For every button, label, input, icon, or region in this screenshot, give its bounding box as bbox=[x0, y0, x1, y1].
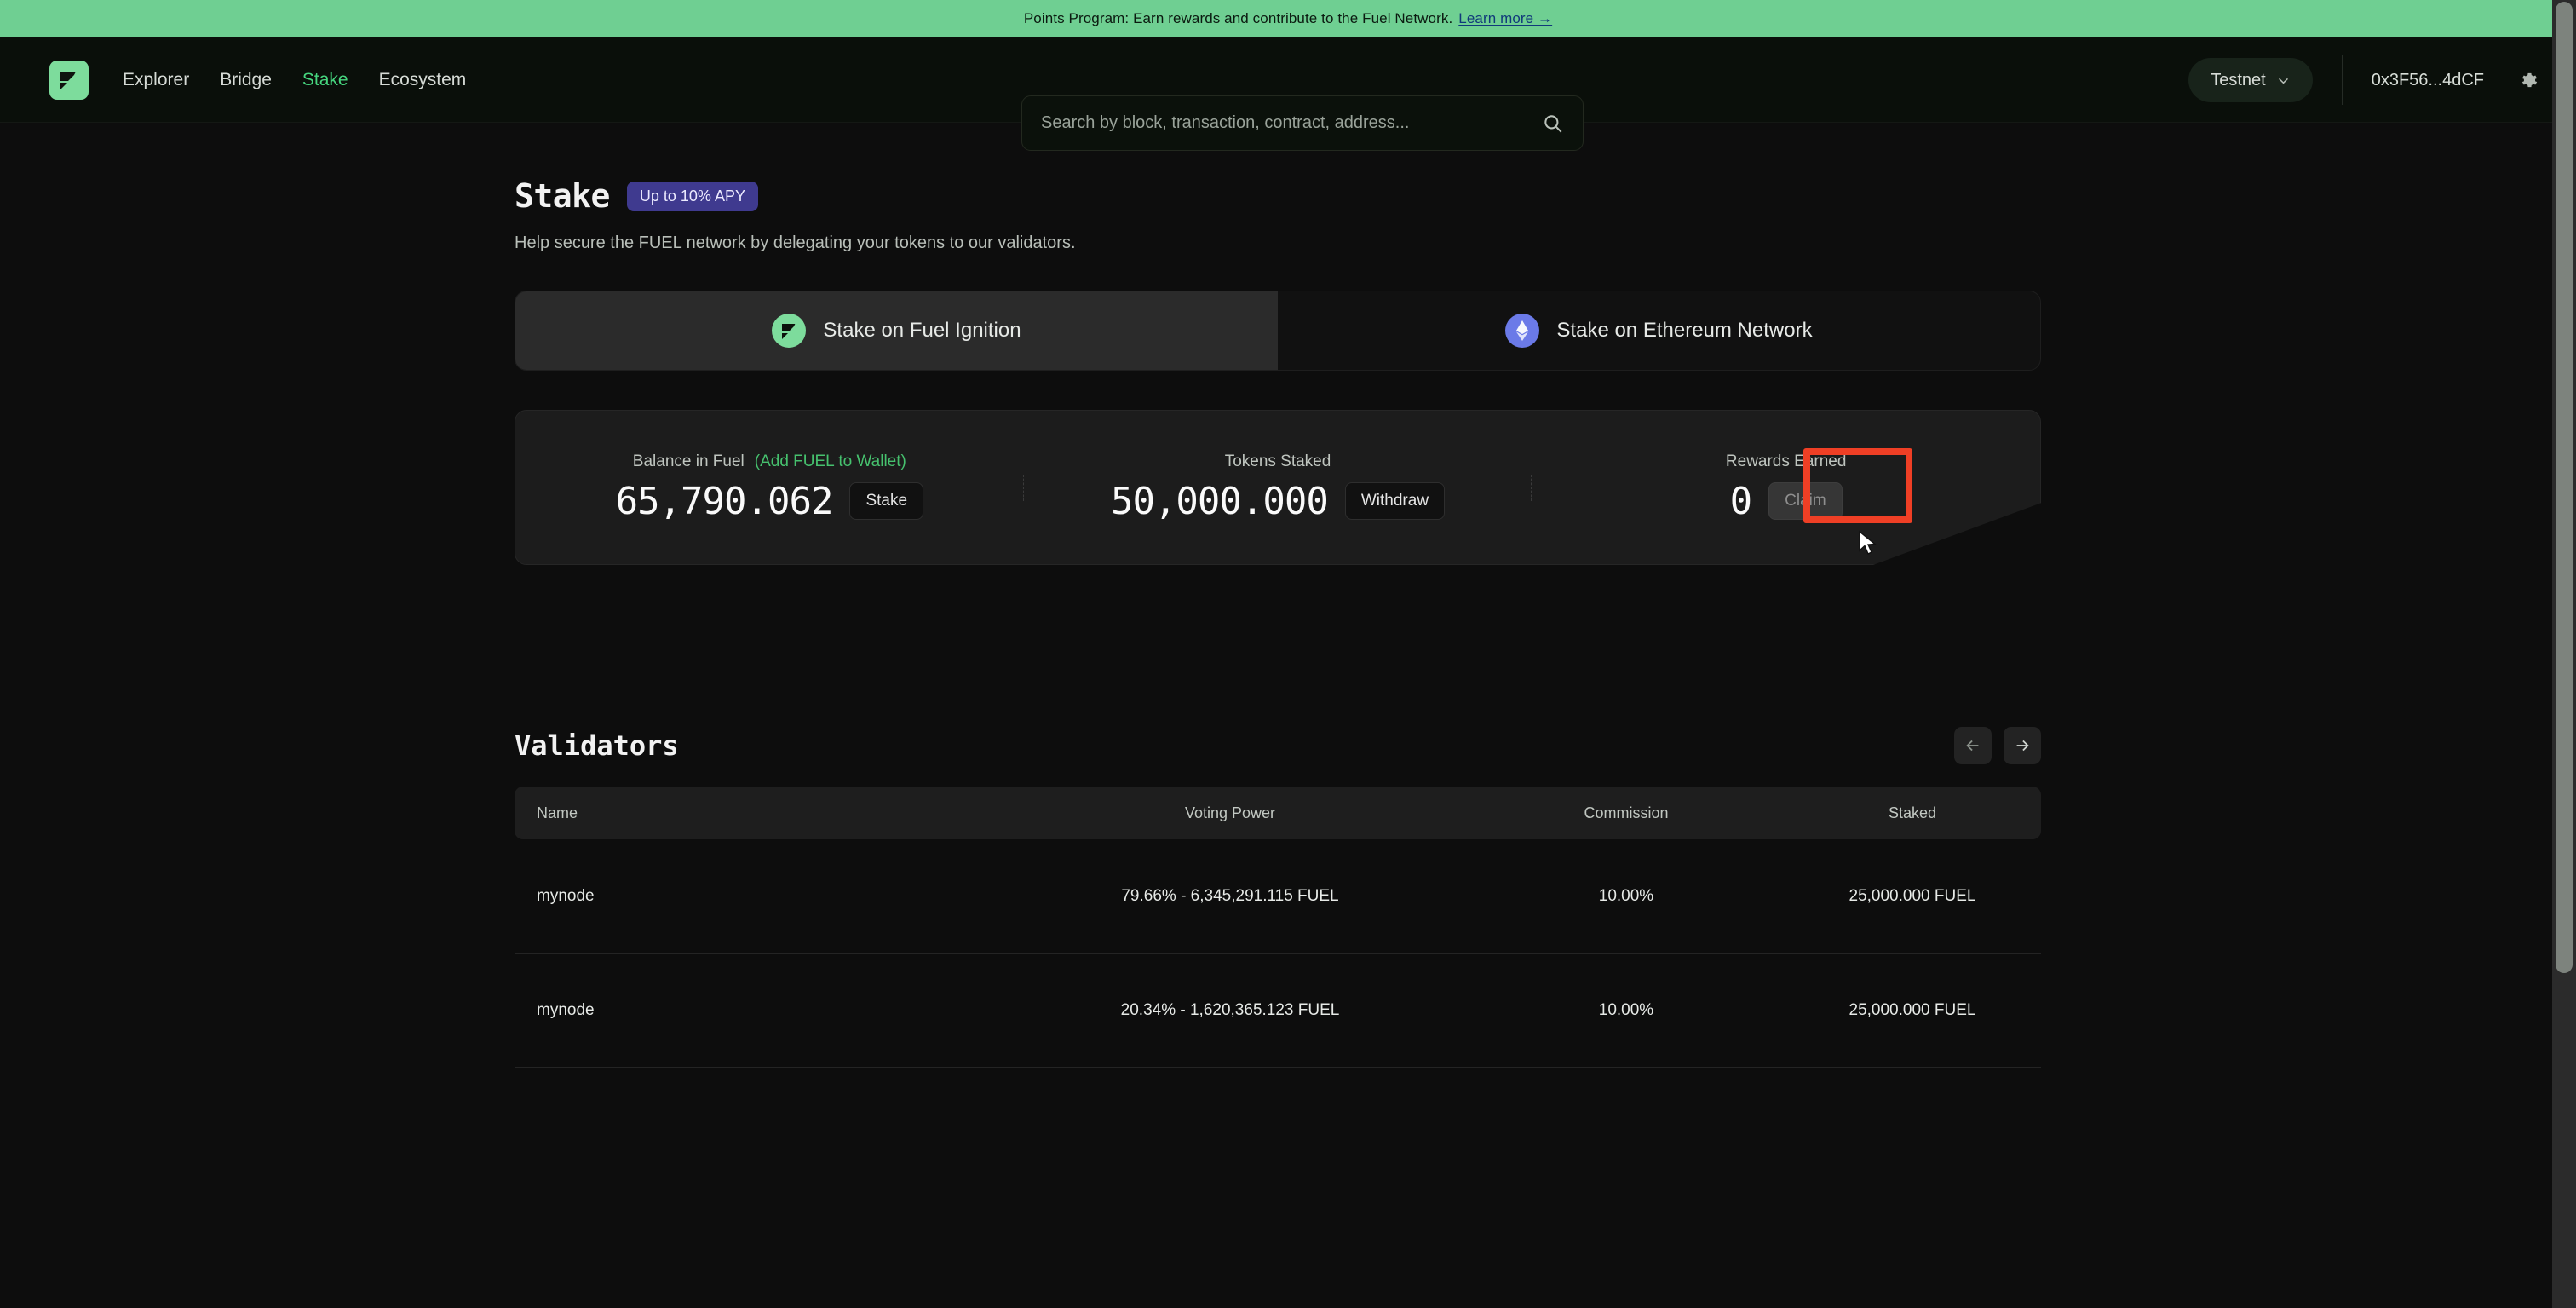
validators-table: Name Voting Power Commission Staked myno… bbox=[515, 787, 2041, 1068]
gear-icon[interactable] bbox=[2516, 69, 2539, 91]
rewards-earned-value: 0 bbox=[1730, 480, 1752, 523]
fuel-logo-glyph bbox=[49, 61, 89, 100]
validator-name: mynode bbox=[515, 1001, 992, 1020]
chevron-down-icon bbox=[2276, 73, 2291, 88]
banner-text: Points Program: Earn rewards and contrib… bbox=[1024, 10, 1452, 27]
main-content: Stake Up to 10% APY Help secure the FUEL… bbox=[0, 177, 2576, 1068]
validator-voting-power: 79.66% - 6,345,291.115 FUEL bbox=[992, 887, 1469, 906]
column-header-commission: Commission bbox=[1469, 804, 1784, 822]
network-selector[interactable]: Testnet bbox=[2188, 58, 2312, 102]
page-title-row: Stake Up to 10% APY bbox=[515, 177, 2576, 215]
stat-label-row-balance: Balance in Fuel (Add FUEL to Wallet) bbox=[633, 452, 906, 471]
table-row[interactable]: mynode 20.34% - 1,620,365.123 FUEL 10.00… bbox=[515, 954, 2041, 1068]
header-right-cluster: Testnet 0x3F56...4dCF bbox=[2188, 37, 2539, 123]
pagination-next-button[interactable] bbox=[2004, 727, 2041, 764]
banner-learn-more-link[interactable]: Learn more → bbox=[1458, 10, 1552, 27]
nav-item-ecosystem[interactable]: Ecosystem bbox=[379, 70, 467, 90]
stat-balance-in-fuel: Balance in Fuel (Add FUEL to Wallet) 65,… bbox=[515, 452, 1024, 523]
mouse-cursor-icon bbox=[1857, 530, 1879, 557]
column-header-voting-power: Voting Power bbox=[992, 804, 1469, 822]
stat-label-rewards-earned: Rewards Earned bbox=[1726, 452, 1847, 471]
stat-value-row-balance: 65,790.062 Stake bbox=[616, 480, 924, 523]
scrollbar-thumb[interactable] bbox=[2556, 2, 2573, 973]
validator-voting-power: 20.34% - 1,620,365.123 FUEL bbox=[992, 1001, 1469, 1020]
validators-pagination bbox=[1954, 727, 2041, 764]
stat-tokens-staked: Tokens Staked 50,000.000 Withdraw bbox=[1024, 452, 1532, 523]
search-icon[interactable] bbox=[1542, 112, 1564, 135]
table-row[interactable]: mynode 79.66% - 6,345,291.115 FUEL 10.00… bbox=[515, 839, 2041, 954]
stat-label-row-staked: Tokens Staked bbox=[1225, 452, 1331, 471]
add-fuel-to-wallet-link[interactable]: (Add FUEL to Wallet) bbox=[755, 452, 906, 471]
stake-network-tabs: Stake on Fuel Ignition Stake on Ethereum… bbox=[515, 291, 2041, 371]
stat-label-tokens-staked: Tokens Staked bbox=[1225, 452, 1331, 471]
pagination-prev-button[interactable] bbox=[1954, 727, 1992, 764]
validator-commission: 10.00% bbox=[1469, 887, 1784, 906]
stake-stats-card: Balance in Fuel (Add FUEL to Wallet) 65,… bbox=[515, 410, 2041, 565]
network-label: Testnet bbox=[2211, 71, 2265, 90]
ethereum-icon bbox=[1505, 314, 1539, 348]
apy-badge: Up to 10% APY bbox=[627, 182, 758, 211]
claim-button[interactable]: Claim bbox=[1768, 482, 1843, 520]
validator-name: mynode bbox=[515, 887, 992, 906]
stat-label-balance: Balance in Fuel bbox=[633, 452, 745, 471]
nav-item-explorer[interactable]: Explorer bbox=[123, 70, 189, 90]
search-bar[interactable] bbox=[1021, 95, 1584, 151]
fuel-icon-glyph bbox=[772, 314, 806, 348]
page-title: Stake bbox=[515, 177, 610, 215]
page-root: Points Program: Earn rewards and contrib… bbox=[0, 0, 2576, 1308]
page-subtitle: Help secure the FUEL network by delegati… bbox=[515, 233, 2576, 253]
tab-stake-on-fuel-ignition[interactable]: Stake on Fuel Ignition bbox=[515, 291, 1278, 370]
arrow-left-icon bbox=[1964, 736, 1982, 755]
stat-label-row-rewards: Rewards Earned bbox=[1726, 452, 1847, 471]
tokens-staked-value: 50,000.000 bbox=[1111, 480, 1328, 523]
nav-item-bridge[interactable]: Bridge bbox=[220, 70, 272, 90]
stat-value-row-staked: 50,000.000 Withdraw bbox=[1111, 480, 1445, 523]
tab-label-ethereum: Stake on Ethereum Network bbox=[1556, 319, 1812, 343]
validator-staked: 25,000.000 FUEL bbox=[1784, 887, 2041, 906]
validators-table-header: Name Voting Power Commission Staked bbox=[515, 787, 2041, 839]
ethereum-icon-glyph bbox=[1505, 314, 1539, 348]
main-nav: Explorer Bridge Stake Ecosystem bbox=[123, 70, 466, 90]
validator-staked: 25,000.000 FUEL bbox=[1784, 1001, 2041, 1020]
page-scrollbar[interactable] bbox=[2552, 0, 2576, 1308]
fuel-icon bbox=[772, 314, 806, 348]
column-header-staked: Staked bbox=[1784, 804, 2041, 822]
wallet-address[interactable]: 0x3F56...4dCF bbox=[2372, 71, 2484, 90]
stat-value-row-rewards: 0 Claim bbox=[1730, 480, 1843, 523]
validator-commission: 10.00% bbox=[1469, 1001, 1784, 1020]
validators-title: Validators bbox=[515, 729, 679, 762]
stake-button[interactable]: Stake bbox=[849, 482, 923, 520]
fuel-logo[interactable] bbox=[49, 61, 89, 100]
arrow-right-icon bbox=[2013, 736, 2032, 755]
header-divider bbox=[2342, 55, 2343, 105]
balance-value: 65,790.062 bbox=[616, 480, 833, 523]
withdraw-button[interactable]: Withdraw bbox=[1345, 482, 1445, 520]
announcement-banner: Points Program: Earn rewards and contrib… bbox=[0, 0, 2576, 37]
nav-item-stake[interactable]: Stake bbox=[302, 70, 348, 90]
column-header-name: Name bbox=[515, 804, 992, 822]
tab-label-fuel: Stake on Fuel Ignition bbox=[823, 319, 1021, 343]
stat-rewards-earned: Rewards Earned 0 Claim bbox=[1532, 452, 2040, 523]
validators-header: Validators bbox=[515, 727, 2041, 764]
tab-stake-on-ethereum-network[interactable]: Stake on Ethereum Network bbox=[1278, 291, 2040, 370]
site-header: Explorer Bridge Stake Ecosystem Testnet … bbox=[0, 37, 2576, 123]
search-input[interactable] bbox=[1041, 113, 1542, 133]
